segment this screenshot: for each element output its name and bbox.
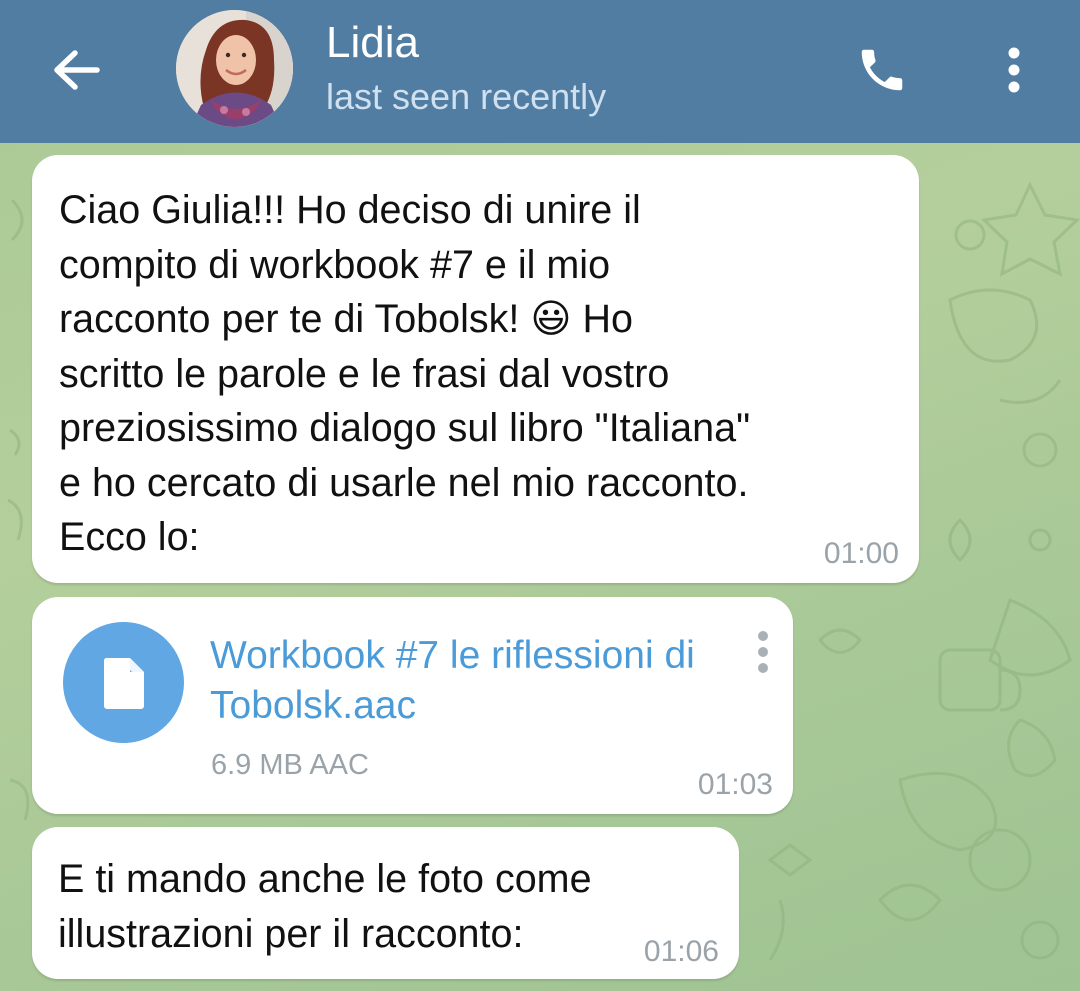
back-arrow-icon (54, 50, 100, 90)
file-size-label: 6.9 MB AAC (211, 749, 369, 781)
more-vertical-icon (758, 631, 768, 673)
contact-status: last seen recently (326, 76, 607, 117)
message-text: E ti mando anche le foto come illustrazi… (58, 857, 592, 956)
more-options-button[interactable] (994, 40, 1034, 100)
message-time: 01:06 (643, 935, 719, 968)
more-vertical-icon (1008, 47, 1020, 93)
phone-icon (861, 49, 903, 91)
message-bubble[interactable]: Ciao Giulia!!! Ho deciso di unire il com… (32, 155, 919, 583)
chat-header: Lidia last seen recently (0, 0, 1080, 143)
message-time: 01:00 (823, 537, 899, 570)
file-menu-button[interactable] (748, 625, 778, 679)
file-download-button[interactable] (63, 622, 184, 743)
avatar[interactable] (176, 10, 293, 127)
avatar-photo (176, 10, 293, 127)
file-name-link[interactable]: Workbook #7 le riflessioni di Tobolsk.aa… (210, 631, 730, 731)
back-button[interactable] (40, 40, 112, 100)
message-text: Ciao Giulia!!! Ho deciso di unire il com… (59, 188, 751, 559)
document-icon (103, 657, 144, 709)
call-button[interactable] (850, 38, 914, 102)
file-message-bubble[interactable]: Workbook #7 le riflessioni di Tobolsk.aa… (32, 597, 793, 814)
message-time: 01:03 (697, 768, 773, 801)
contact-name[interactable]: Lidia (326, 18, 419, 68)
message-bubble[interactable]: E ti mando anche le foto come illustrazi… (32, 827, 739, 979)
